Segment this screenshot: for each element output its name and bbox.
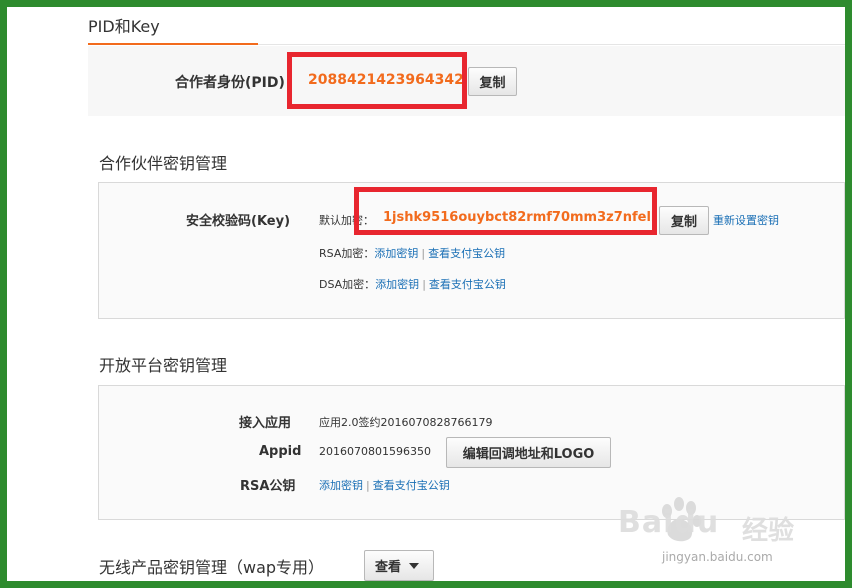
- partner-key-section-title: 合作伙伴密钥管理: [99, 154, 228, 173]
- app-value: 应用2.0签约2016070828766179: [319, 416, 493, 429]
- rsa-public-key-row: 添加密钥 | 查看支付宝公钥: [319, 477, 450, 493]
- rsa-encrypt-row: RSA加密：添加密钥 | 查看支付宝公钥: [319, 245, 505, 261]
- open-platform-section-title: 开放平台密钥管理: [99, 356, 228, 375]
- wireless-view-dropdown[interactable]: 查看: [364, 550, 434, 581]
- watermark-url: jingyan.baidu.com: [662, 550, 773, 564]
- dsa-encrypt-row: DSA加密：添加密钥 | 查看支付宝公钥: [319, 276, 506, 292]
- dsa-add-key-link[interactable]: 添加密钥: [375, 278, 419, 291]
- appid-label: Appid: [259, 444, 302, 459]
- tab-active-indicator: [88, 43, 258, 45]
- separator: |: [422, 278, 426, 291]
- appid-value: 2016070801596350: [319, 445, 431, 458]
- dsa-encrypt-label: DSA加密：: [319, 278, 376, 291]
- security-key-label: 安全校验码(Key): [186, 214, 291, 229]
- view-alipay-key-link[interactable]: 查看支付宝公钥: [373, 479, 450, 492]
- pid-label: 合作者身份(PID): [175, 75, 285, 91]
- watermark-brand: Baidu: [618, 505, 720, 540]
- separator: |: [366, 479, 370, 492]
- key-highlight-box: [354, 187, 657, 235]
- wireless-section-title: 无线产品密钥管理（wap专用）: [99, 558, 325, 577]
- rsa-encrypt-label: RSA加密：: [319, 247, 375, 260]
- rsa-view-alipay-key-link[interactable]: 查看支付宝公钥: [428, 247, 505, 260]
- rsa-public-key-label: RSA公钥: [240, 479, 296, 494]
- left-gutter: [7, 7, 87, 581]
- tab-divider: [258, 44, 845, 45]
- add-key-link[interactable]: 添加密钥: [319, 479, 363, 492]
- reset-key-link[interactable]: 重新设置密钥: [713, 212, 779, 228]
- pid-highlight-box: [287, 52, 467, 109]
- app-label: 接入应用: [239, 416, 292, 431]
- rsa-add-key-link[interactable]: 添加密钥: [374, 247, 418, 260]
- pid-copy-button[interactable]: 复制: [468, 67, 517, 96]
- dsa-view-alipay-key-link[interactable]: 查看支付宝公钥: [429, 278, 506, 291]
- key-copy-button[interactable]: 复制: [659, 206, 709, 235]
- tab-pid-key[interactable]: PID和Key: [88, 13, 160, 37]
- caret-down-icon: [409, 562, 420, 569]
- edit-callback-logo-button[interactable]: 编辑回调地址和LOGO: [446, 437, 611, 468]
- wireless-view-label: 查看: [375, 560, 402, 575]
- separator: |: [421, 247, 426, 260]
- watermark-cn: 经验: [742, 516, 795, 546]
